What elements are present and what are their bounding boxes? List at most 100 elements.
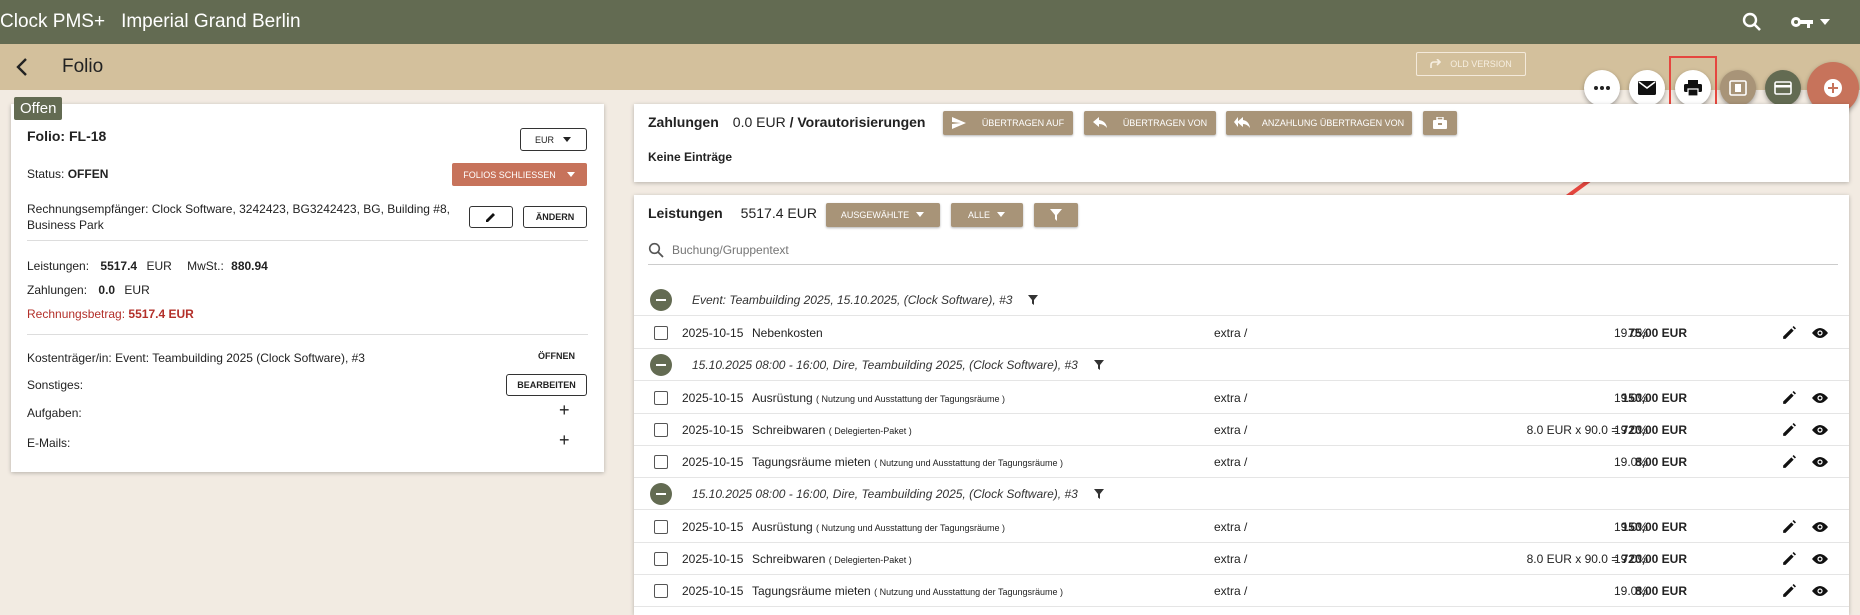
service-group-header: Event: Teambuilding 2025, 15.10.2025, (C… [634,284,1849,316]
transfer-from-button[interactable]: ÜBERTRAGEN VON [1084,111,1216,135]
services-search[interactable] [648,235,1838,265]
row-extra: extra / [1214,423,1248,437]
row-checkbox[interactable] [654,520,668,534]
row-subtext: ( Nutzung und Ausstattung der Tagungsräu… [874,458,1064,468]
eye-icon[interactable] [1812,392,1828,404]
row-date: 2025-10-15 [682,423,744,437]
cash-button[interactable] [1720,70,1756,106]
row-vat: 19.0% [1614,584,1649,598]
key-menu[interactable] [1790,10,1840,34]
mail-button[interactable] [1629,70,1665,106]
filter-icon[interactable] [1094,359,1104,370]
collapse-group-button[interactable] [650,288,672,311]
search-icon[interactable] [1740,10,1764,34]
eye-icon[interactable] [1812,424,1828,436]
back-arrow-icon[interactable] [12,56,34,78]
selected-label: AUSGEWÄHLTE [840,210,910,220]
row-extra: extra / [1214,391,1248,405]
totals-services-row: Leistungen: 5517.4 EUR MwSt.: 880.94 [27,259,268,273]
divider [27,240,588,241]
credit-card-button[interactable] [1765,70,1801,106]
pencil-icon[interactable] [1782,552,1796,566]
payments-card: Zahlungen 0.0 EUR / Vorautorisierungen Ü… [634,104,1849,182]
payments-value: 0.0 [98,283,116,297]
row-name: Ausrüstung ( Nutzung und Ausstattung der… [752,391,1005,405]
payments-amount: 0.0 EUR / Vorautorisierungen [732,114,926,130]
pencil-icon[interactable] [1782,520,1796,534]
pencil-icon[interactable] [1782,391,1796,405]
mail-icon [1638,81,1656,95]
old-version-button[interactable]: OLD VERSION [1416,52,1526,76]
row-extra: extra / [1214,326,1248,340]
eye-icon[interactable] [1812,553,1828,565]
briefcase-button[interactable] [1423,111,1457,135]
row-checkbox[interactable] [654,391,668,405]
eye-icon[interactable] [1812,456,1828,468]
all-label: ALLE [967,210,991,220]
close-folios-button[interactable]: FOLIOS SCHLIESSEN [452,163,587,186]
emails-label: E-Mails: [27,436,71,450]
row-checkbox[interactable] [654,584,668,598]
eye-icon[interactable] [1812,521,1828,533]
service-row[interactable]: 2025-10-15 Tagungsräume mieten ( Nutzung … [634,575,1849,607]
transfer-to-button[interactable]: ÜBERTRAGEN AUF [943,111,1073,135]
add-email-button[interactable]: + [559,430,570,451]
search-input[interactable] [672,242,1272,257]
filter-icon[interactable] [1094,488,1104,499]
cost-bearer-value: Event: Teambuilding 2025 (Clock Software… [115,351,365,365]
invoice-value: 5517.4 EUR [128,307,194,321]
vat-value: 880.94 [231,259,268,273]
row-date: 2025-10-15 [682,326,744,340]
eye-icon[interactable] [1812,327,1828,339]
vat-label: MwSt.: [187,259,224,273]
transfer-from-label: ÜBERTRAGEN VON [1122,118,1208,128]
row-name: Schreibwaren ( Delegierten-Paket ) [752,552,912,566]
row-subtext: ( Delegierten-Paket ) [828,555,912,565]
payments-empty: Keine Einträge [648,150,733,164]
invoice-label: Rechnungsbetrag: [27,307,126,321]
row-checkbox[interactable] [654,552,668,566]
pencil-icon[interactable] [1782,584,1796,598]
collapse-group-button[interactable] [650,482,672,505]
row-checkbox[interactable] [654,423,668,437]
row-checkbox[interactable] [654,455,668,469]
page-header: Folio [0,44,1860,90]
filter-button[interactable] [1034,203,1078,227]
service-row[interactable]: 2025-10-15 Ausrüstung ( Nutzung und Ausst… [634,382,1849,414]
pencil-icon[interactable] [1782,423,1796,437]
all-dropdown[interactable]: ALLE [951,203,1023,227]
more-button[interactable] [1584,70,1620,106]
currency-select[interactable]: EUR [520,128,587,151]
service-row[interactable]: 2025-10-15 Nebenkosten extra /75,00 EUR 19… [634,317,1849,349]
selected-dropdown[interactable]: AUSGEWÄHLTE [826,203,940,227]
deposit-transfer-button[interactable]: ANZAHLUNG ÜBERTRAGEN VON [1226,111,1412,135]
payments-title: Zahlungen [648,114,719,130]
row-amount: 8.0 EUR x 90.0 = 720,00 EUR [1526,552,1687,566]
row-checkbox[interactable] [654,326,668,340]
pencil-icon[interactable] [1782,326,1796,340]
services-label: Leistungen: [27,259,90,273]
add-task-button[interactable]: + [559,400,570,421]
service-row[interactable]: 2025-10-15 Schreibwaren ( Delegierten-Pak… [634,543,1849,575]
row-date: 2025-10-15 [682,455,744,469]
edit-other-button[interactable]: BEARBEITEN [506,374,587,396]
service-row[interactable]: 2025-10-15 Tagungsräume mieten ( Nutzung … [634,446,1849,478]
recipient-line2: Business Park [27,218,104,232]
filter-icon[interactable] [1028,294,1038,305]
row-vat: 19.0% [1614,423,1649,437]
row-vat: 19.0% [1614,552,1649,566]
service-row[interactable]: 2025-10-15 Ausrüstung ( Nutzung und Ausst… [634,511,1849,543]
change-button[interactable]: ÄNDERN [523,206,587,228]
chevron-down-icon [566,171,575,177]
open-cost-bearer-link[interactable]: ÖFFNEN [538,351,575,361]
recipient-label: Rechnungsempfänger: [27,202,149,216]
chevron-down-icon [563,136,571,142]
collapse-group-button[interactable] [650,353,672,376]
pencil-icon[interactable] [1782,455,1796,469]
briefcase-icon [1433,117,1447,129]
old-version-label: OLD VERSION [1450,59,1512,69]
service-row[interactable]: 2025-10-15 Schreibwaren ( Delegierten-Pak… [634,414,1849,446]
row-vat: 19.0% [1614,326,1649,340]
eye-icon[interactable] [1812,585,1828,597]
edit-recipient-button[interactable] [469,206,513,228]
